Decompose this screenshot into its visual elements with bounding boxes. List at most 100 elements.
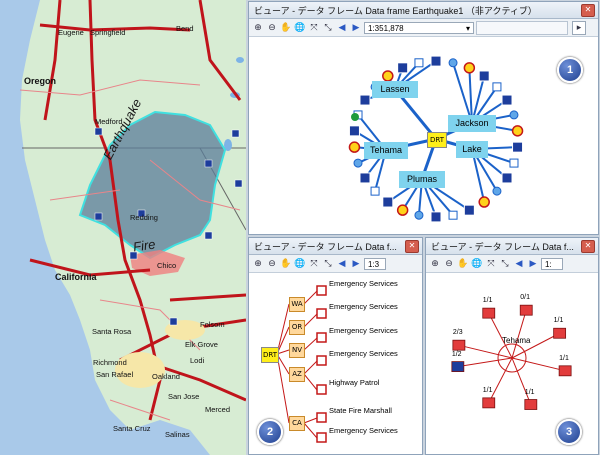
back-arrow-icon[interactable]: ◀ <box>336 258 348 270</box>
hazard-icon <box>348 141 361 153</box>
node-lake[interactable]: Lake <box>456 141 488 158</box>
hazard-icon <box>382 70 394 82</box>
window-titlebar[interactable]: ビューア - データ フレーム Data f... ✕ <box>249 238 422 255</box>
scale-combo[interactable]: 1:3 <box>364 257 386 270</box>
hospital-icon <box>397 62 409 74</box>
ratio-label: 1/1 <box>559 354 569 362</box>
map-view[interactable]: Eugene Springfield Bend Oregon Medford R… <box>0 0 246 455</box>
state-node-az[interactable]: AZ <box>289 367 305 382</box>
zoom-out-icon[interactable]: ⊖ <box>266 258 278 270</box>
city-label: Eugene <box>58 28 84 37</box>
city-label: Richmond <box>93 358 127 367</box>
tree-edge <box>303 337 318 351</box>
center-node[interactable]: DRT <box>427 132 447 148</box>
city-label: Springfield <box>90 28 126 37</box>
helicopter-icon <box>553 327 567 339</box>
window-titlebar[interactable]: ビューア - データ フレーム Data f... ✕ <box>426 238 598 255</box>
scroll-right-button[interactable]: ▸ <box>572 20 586 35</box>
service-label: Highway Patrol <box>329 378 380 387</box>
close-button[interactable]: ✕ <box>581 239 595 253</box>
window-titlebar[interactable]: ビューア - データ フレーム Data frame Earthquake1 （… <box>249 2 598 19</box>
tree-edge <box>303 417 318 424</box>
ambulance-icon <box>558 365 572 377</box>
city-label: Redding <box>130 213 158 222</box>
hospital-icon <box>382 196 394 208</box>
viewer-window-2[interactable]: ビューア - データ フレーム Data f... ✕ ⊕ ⊖ ✋ 🌐 ⤧ ⤡ … <box>248 237 423 455</box>
node-jackson[interactable]: Jackson <box>448 115 496 132</box>
fixed-zoom-out-icon[interactable]: ⤡ <box>322 258 334 270</box>
viewer-canvas[interactable]: Tehama 1/1 0/1 1/1 2/3 1/1 1/2 1/1 1/1 3 <box>426 273 598 454</box>
state-node-nv[interactable]: NV <box>289 343 305 358</box>
fixed-zoom-in-icon[interactable]: ⤧ <box>308 258 320 270</box>
city-label: Oakland <box>152 372 180 381</box>
building-icon <box>316 355 327 366</box>
city-label: Bend <box>176 24 194 33</box>
fixed-zoom-out-icon[interactable]: ⤡ <box>322 22 334 34</box>
map-graphic <box>0 0 246 455</box>
callout-badge: 2 <box>257 419 283 445</box>
ratio-label: 1/1 <box>553 317 564 325</box>
viewer-toolbar: ⊕ ⊖ ✋ 🌐 ⤧ ⤡ ◀ ▶ 1:3 <box>249 255 422 273</box>
forward-arrow-icon[interactable]: ▶ <box>350 258 362 270</box>
globe-icon[interactable]: 🌐 <box>294 22 306 34</box>
hospital-icon <box>501 94 513 106</box>
zoom-in-icon[interactable]: ⊕ <box>252 22 264 34</box>
zoom-in-icon[interactable]: ⊕ <box>429 258 441 270</box>
state-node-or[interactable]: OR <box>289 320 305 335</box>
node-lassen[interactable]: Lassen <box>372 81 418 98</box>
tree-edge <box>303 360 318 375</box>
fixed-zoom-in-icon[interactable]: ⤧ <box>308 22 320 34</box>
globe-icon[interactable]: 🌐 <box>294 258 306 270</box>
scale-value: 1:3 <box>368 259 380 269</box>
back-arrow-icon[interactable]: ◀ <box>336 22 348 34</box>
ratio-label: 1/2 <box>451 350 462 358</box>
zoom-in-icon[interactable]: ⊕ <box>252 258 264 270</box>
hospital-icon <box>478 70 490 82</box>
star-edge <box>488 357 513 404</box>
state-node-ca[interactable]: CA <box>289 416 305 431</box>
toolbar-blank-field <box>476 20 568 35</box>
center-label: Tehama <box>502 336 531 345</box>
viewer-canvas[interactable]: DRT WA OR NV AZ CA Emergency Services Emergen… <box>249 273 422 454</box>
root-node[interactable]: DRT <box>261 347 279 363</box>
forward-arrow-icon[interactable]: ▶ <box>527 258 539 270</box>
radial-graph <box>348 55 524 223</box>
back-arrow-icon[interactable]: ◀ <box>513 258 525 270</box>
close-button[interactable]: ✕ <box>405 239 419 253</box>
zoom-out-icon[interactable]: ⊖ <box>266 22 278 34</box>
gear-icon <box>492 186 502 196</box>
window-title: ビューア - データ フレーム Data f... <box>431 241 574 252</box>
zoom-out-icon[interactable]: ⊖ <box>443 258 455 270</box>
pan-hand-icon[interactable]: ✋ <box>280 258 292 270</box>
forward-arrow-icon[interactable]: ▶ <box>350 22 362 34</box>
building-icon <box>316 384 327 395</box>
service-label: Emergency Services <box>329 426 398 435</box>
state-label: Oregon <box>24 76 57 86</box>
close-button[interactable]: ✕ <box>581 3 595 17</box>
globe-icon[interactable]: 🌐 <box>471 258 483 270</box>
green-marker-icon <box>351 113 359 121</box>
scale-combo[interactable]: 1:351,878 ▾ <box>364 21 474 34</box>
viewer-canvas[interactable]: DRT Lassen Jackson Tehama Lake Plumas 1 <box>249 37 598 234</box>
fixed-zoom-in-icon[interactable]: ⤧ <box>485 258 497 270</box>
viewer-window-3[interactable]: ビューア - データ フレーム Data f... ✕ ⊕ ⊖ ✋ 🌐 ⤧ ⤡ … <box>425 237 599 455</box>
city-label: Salinas <box>165 430 190 439</box>
building-icon <box>316 285 327 296</box>
viewer-window-1[interactable]: ビューア - データ フレーム Data frame Earthquake1 （… <box>248 1 599 235</box>
state-node-wa[interactable]: WA <box>289 297 305 312</box>
gear-icon <box>414 210 424 220</box>
radio-tower-icon <box>452 339 466 351</box>
pan-hand-icon[interactable]: ✋ <box>280 22 292 34</box>
hospital-icon <box>501 172 513 184</box>
hospital-icon <box>463 204 475 216</box>
pan-hand-icon[interactable]: ✋ <box>457 258 469 270</box>
hospital-icon <box>512 141 524 153</box>
service-label: Emergency Services <box>329 349 398 358</box>
chevron-down-icon: ▾ <box>465 23 470 33</box>
no-entry-icon <box>519 304 533 316</box>
scale-combo[interactable]: 1: <box>541 257 563 270</box>
ratio-label: 1/1 <box>524 388 535 396</box>
fixed-zoom-out-icon[interactable]: ⤡ <box>499 258 511 270</box>
node-tehama[interactable]: Tehama <box>364 142 408 159</box>
node-plumas[interactable]: Plumas <box>399 171 445 188</box>
